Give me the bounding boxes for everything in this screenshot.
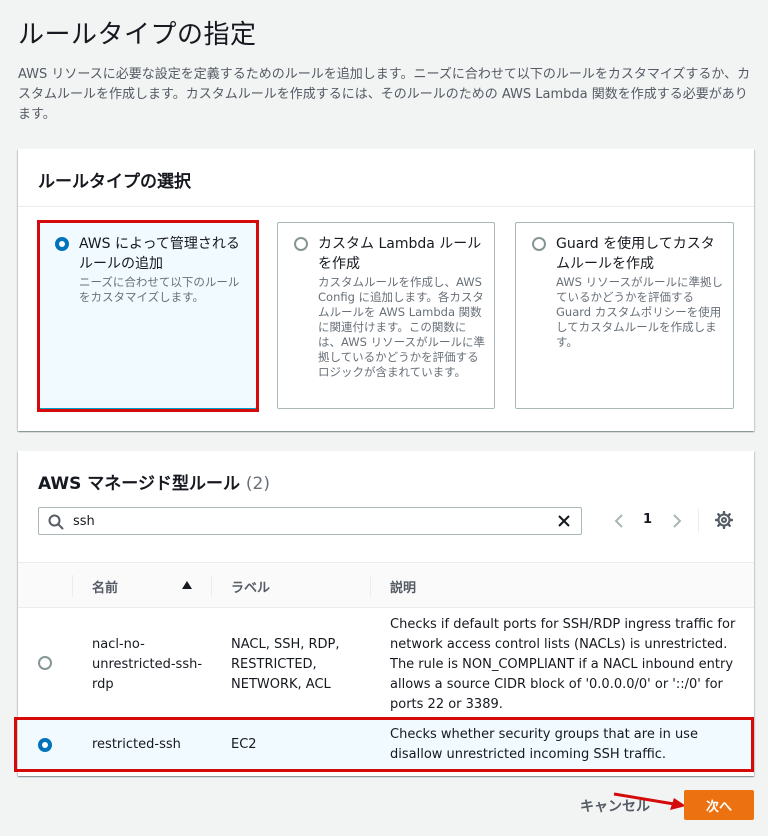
divider [72, 575, 73, 597]
search-icon [48, 514, 64, 530]
cancel-button[interactable]: キャンセル [580, 793, 650, 819]
sort-ascending-icon[interactable] [182, 581, 192, 589]
rule-description: Checks if default ports for SSH/RDP ingr… [390, 617, 736, 712]
table-row[interactable]: restricted-ssh EC2 Checks whether securi… [18, 719, 754, 771]
rule-type-tile-guard[interactable]: Guard を使用してカスタムルールを作成 AWS リソースがルールに準拠してい… [515, 222, 734, 409]
chevron-left-icon[interactable] [612, 513, 626, 529]
next-button[interactable]: 次へ [684, 790, 754, 820]
tile-title: AWS によって管理されるルールの追加 [79, 236, 240, 272]
tile-title: Guard を使用してカスタムルールを作成 [556, 236, 715, 272]
page-title: ルールタイプの指定 [18, 20, 257, 50]
tile-description: AWS リソースがルールに準拠しているかどうかを評価する Guard カスタムポ… [556, 275, 723, 349]
radio-button[interactable] [532, 237, 546, 251]
radio-button[interactable] [55, 237, 69, 251]
managed-rules-heading: AWS マネージド型ルール (2) [18, 451, 754, 509]
rule-description: Checks whether security groups that are … [390, 727, 698, 762]
divider [698, 509, 699, 533]
tile-description: カスタムルールを作成し、AWS Config に追加します。各カスタムルールを … [318, 275, 485, 379]
rule-type-tile-managed[interactable]: AWS によって管理されるルールの追加 ニーズに合わせて以下のルールをカスタマイ… [38, 222, 257, 409]
managed-rules-title: AWS マネージド型ルール [38, 474, 240, 494]
rule-type-panel: ルールタイプの選択 AWS によって管理されるルールの追加 ニーズに合わせて以下… [18, 149, 754, 431]
managed-rules-panel: AWS マネージド型ルール (2) 1 名前 [14, 451, 754, 776]
table-row[interactable]: nacl-no-unrestricted-ssh-rdp NACL, SSH, … [18, 608, 754, 718]
divider [211, 575, 212, 597]
close-icon[interactable] [557, 514, 571, 528]
chevron-right-icon[interactable] [670, 513, 684, 529]
column-header-name[interactable]: 名前 [92, 577, 118, 596]
search-input[interactable] [73, 512, 533, 530]
rule-name: restricted-ssh [92, 737, 181, 752]
rule-type-heading: ルールタイプの選択 [18, 149, 754, 207]
rule-name: nacl-no-unrestricted-ssh-rdp [92, 637, 203, 692]
rule-label: EC2 [231, 737, 257, 752]
table-header: 名前 ラベル 説明 [18, 562, 754, 608]
search-field[interactable] [38, 507, 582, 535]
tile-title: カスタム Lambda ルールを作成 [318, 236, 482, 272]
tile-description: ニーズに合わせて以下のルールをカスタマイズします。 [79, 275, 240, 304]
page-number[interactable]: 1 [643, 512, 652, 527]
divider [370, 575, 371, 597]
column-header-description: 説明 [390, 581, 417, 596]
rule-type-tile-lambda[interactable]: カスタム Lambda ルールを作成 カスタムルールを作成し、AWS Confi… [277, 222, 495, 409]
page-description: AWS リソースに必要な設定を定義するためのルールを追加します。ニーズに合わせて… [18, 67, 751, 122]
rule-label: NACL, SSH, RDP, RESTRICTED, NETWORK, ACL [231, 637, 340, 692]
radio-button[interactable] [294, 237, 308, 251]
radio-button[interactable] [38, 738, 52, 752]
radio-button[interactable] [38, 656, 52, 670]
gear-icon[interactable] [715, 511, 733, 529]
column-header-label[interactable]: ラベル [231, 577, 270, 596]
rule-count: (2) [245, 474, 270, 494]
